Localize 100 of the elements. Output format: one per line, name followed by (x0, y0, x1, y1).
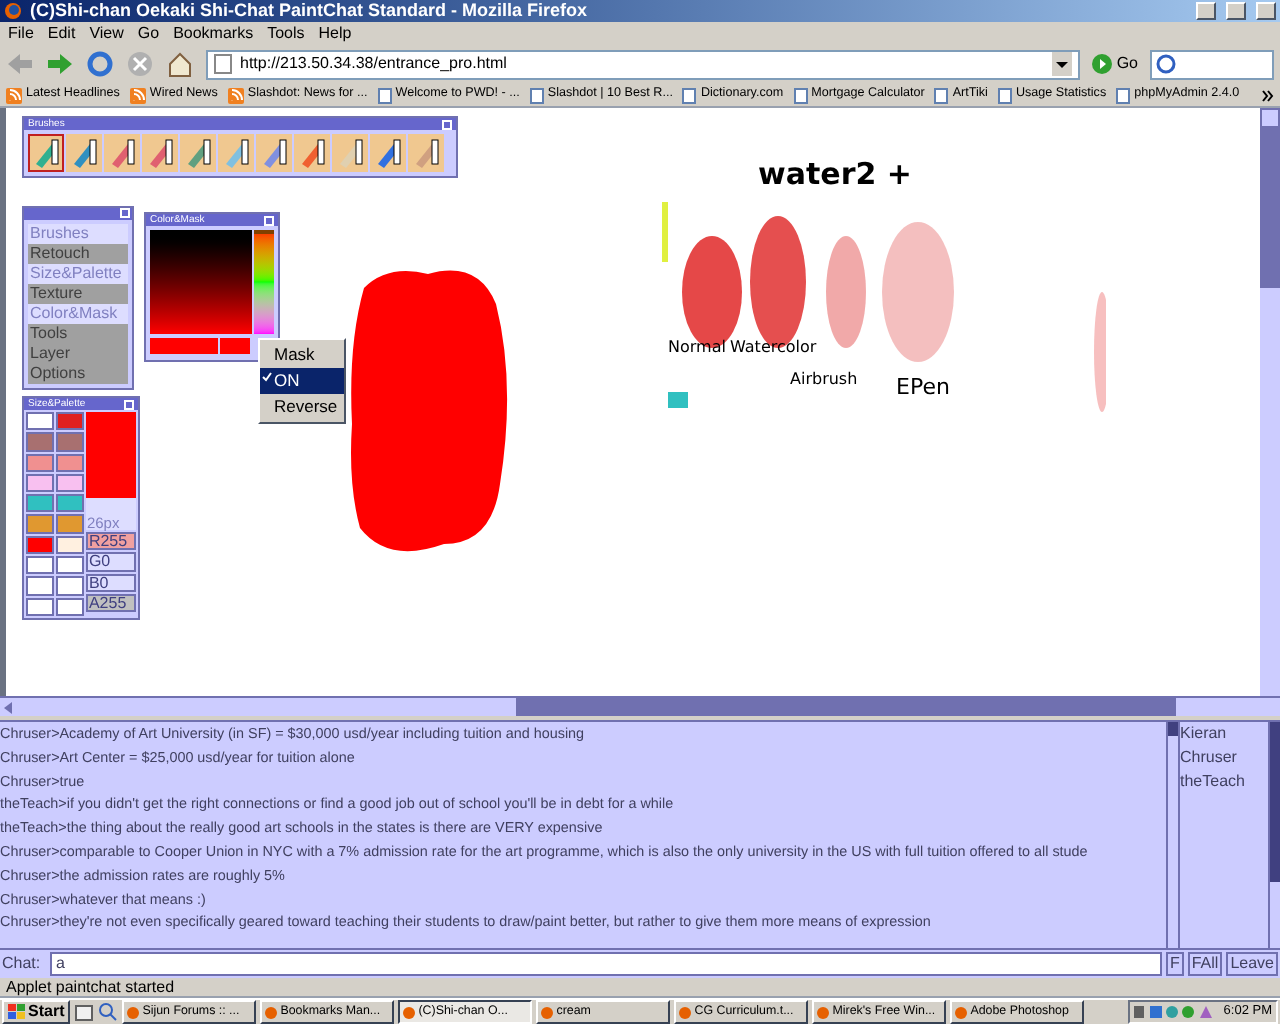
user-name[interactable]: theTeach (1180, 769, 1268, 793)
page-icon (682, 87, 697, 103)
page-icon (793, 87, 808, 103)
user-name[interactable]: Chruser (1180, 745, 1268, 770)
menu-item[interactable]: Reverse (260, 394, 344, 420)
page-icon (934, 87, 949, 103)
palette-swatch[interactable] (26, 514, 55, 534)
close-button[interactable] (264, 215, 274, 225)
window-toggle-item[interactable]: Retouch (28, 244, 128, 263)
maximize-button[interactable] (1226, 2, 1246, 20)
user-list-scrollbar[interactable] (1268, 722, 1280, 948)
window-toggle-item[interactable]: Tools (28, 324, 128, 343)
windows-logo-icon (8, 1004, 26, 1020)
window-toggle-item[interactable]: Texture (28, 284, 128, 303)
close-button[interactable] (120, 208, 130, 218)
user-name[interactable]: Kieran (1180, 722, 1268, 746)
palette-swatch[interactable] (56, 597, 85, 616)
palette-swatch[interactable] (56, 453, 85, 472)
search-icon[interactable] (98, 1002, 119, 1022)
feed-icon (227, 87, 244, 103)
app-icon (540, 1005, 555, 1019)
channel-value-field[interactable]: G0 (86, 552, 136, 572)
handwritten-label: EPen (896, 376, 950, 398)
palette-swatch[interactable] (26, 494, 55, 513)
go-button[interactable]: Go (1092, 52, 1138, 76)
page-icon (214, 54, 232, 74)
search-engine-icon[interactable] (1156, 54, 1176, 74)
menu-item[interactable]: ON (260, 368, 344, 394)
palette-swatch[interactable] (26, 576, 55, 596)
chat-button[interactable]: F (1165, 952, 1184, 976)
palette-swatch[interactable] (56, 494, 85, 513)
feed-icon (129, 87, 146, 103)
color-picker-square[interactable] (150, 230, 253, 334)
home-icon[interactable] (166, 50, 194, 78)
menu-item[interactable]: Bookmarks (173, 25, 254, 41)
menu-item[interactable]: Tools (267, 25, 305, 41)
palette-swatch[interactable] (56, 576, 85, 596)
palette-swatch[interactable] (26, 432, 55, 452)
chat-label: Chat: (2, 952, 43, 976)
palette-swatch[interactable] (56, 473, 85, 493)
start-button[interactable]: Start (2, 1000, 71, 1024)
palette-swatch[interactable] (56, 535, 85, 555)
handwritten-label: water2 + (758, 160, 912, 190)
brush-tool-button[interactable] (28, 134, 64, 172)
channel-value-field[interactable]: R255 (86, 532, 136, 551)
handwritten-label: Watercolor (730, 340, 817, 356)
app-icon (402, 1005, 417, 1019)
system-tray-icons-drawing[interactable] (1133, 1004, 1214, 1020)
chat-button[interactable]: Leave (1226, 952, 1278, 976)
window-title: (C)Shi-chan Oekaki Shi-Chat PaintChat Standard - Mozilla Firefox (30, 2, 590, 20)
palette-swatch[interactable] (26, 473, 55, 493)
chat-input-field[interactable]: a (50, 952, 1162, 976)
search-field[interactable] (1150, 49, 1274, 79)
window-toggle-item[interactable]: Layer (28, 344, 128, 363)
chat-button[interactable]: FAll (1187, 952, 1223, 976)
page-icon (529, 87, 544, 103)
channel-value-field[interactable]: B0 (86, 573, 136, 592)
palette-swatch[interactable] (56, 556, 85, 575)
horizontal-scrollbar[interactable] (0, 696, 1280, 716)
handwritten-label: Normal (668, 340, 726, 356)
menu-item[interactable]: View (89, 25, 124, 41)
chat-scrollbar[interactable] (1166, 722, 1180, 948)
palette-swatch[interactable] (26, 556, 55, 575)
hue-slider[interactable] (254, 230, 274, 334)
vertical-scrollbar[interactable] (1260, 108, 1280, 696)
app-icon (954, 1005, 969, 1019)
palette-swatch[interactable] (56, 514, 85, 534)
close-button[interactable] (1256, 2, 1276, 20)
menu-item[interactable]: Edit (47, 25, 76, 41)
current-color-preview (86, 412, 136, 498)
channel-value-field[interactable]: A255 (86, 593, 136, 613)
close-button[interactable] (124, 399, 134, 409)
menu-item[interactable]: Go (137, 25, 160, 41)
app-icon (816, 1005, 831, 1019)
window-toggle-item[interactable]: Options (28, 364, 128, 383)
desktop-icon[interactable] (74, 1002, 95, 1022)
palette-swatch[interactable] (56, 412, 85, 431)
scroll-left-icon[interactable] (0, 698, 16, 716)
palette-swatch[interactable] (26, 597, 55, 616)
reload-icon[interactable] (86, 50, 114, 78)
page-icon (377, 87, 392, 103)
menu-item[interactable]: Help (318, 25, 352, 41)
feed-icon (6, 87, 22, 103)
page-icon (1116, 87, 1131, 103)
palette-swatch[interactable] (26, 453, 55, 472)
palette-swatch[interactable] (26, 535, 55, 555)
handwritten-label: Airbrush (790, 372, 858, 388)
minimize-button[interactable] (1196, 2, 1216, 20)
app-icon (126, 1005, 141, 1019)
address-field[interactable]: http://213.50.34.38/entrance_pro.html (206, 49, 1081, 79)
app-icon (678, 1005, 693, 1019)
app-icon (264, 1005, 279, 1019)
app-icon (4, 2, 22, 20)
menu-item[interactable]: Mask (260, 342, 344, 368)
palette-swatch[interactable] (56, 432, 85, 452)
palette-swatch[interactable] (26, 412, 55, 431)
menu-item[interactable]: File (8, 25, 34, 41)
close-button[interactable] (442, 119, 452, 129)
page-icon (997, 87, 1012, 103)
chevron-icon[interactable] (1262, 89, 1274, 101)
